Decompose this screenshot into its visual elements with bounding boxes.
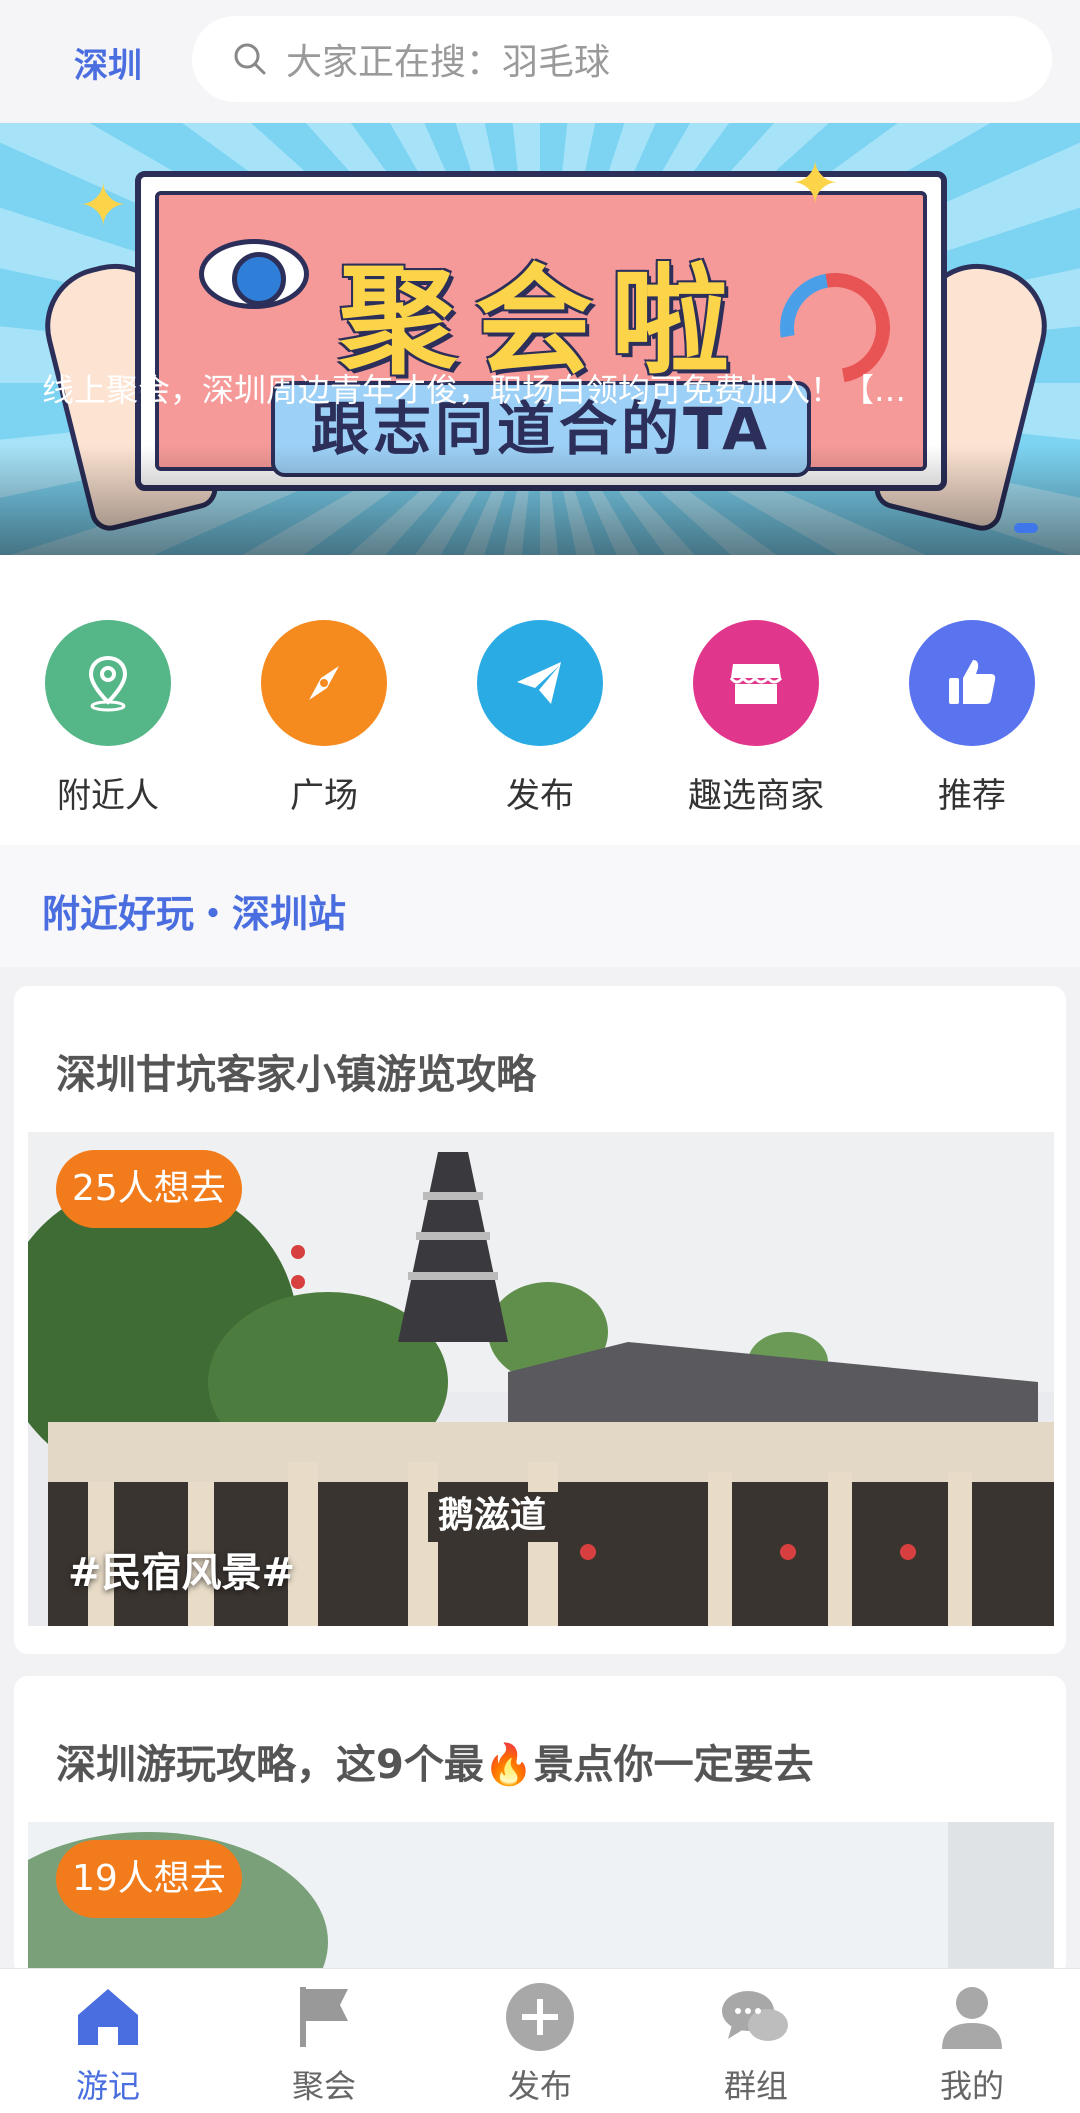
search-bar[interactable]: 大家正在搜：羽毛球 (192, 16, 1052, 102)
guide-card[interactable]: 深圳甘坑客家小镇游览攻略 鹅滋道 25人想去 #民宿风景# (14, 986, 1066, 1654)
quicknav-label: 发布 (506, 776, 574, 816)
thumbs-up-icon (949, 660, 996, 704)
compass-icon (309, 666, 339, 700)
quicknav-plaza[interactable]: 广场 (224, 620, 424, 817)
guide-card[interactable]: 深圳游玩攻略，这9个最🔥景点你一定要去 19人想去 (14, 1676, 1066, 1976)
quicknav-label: 附近人 (57, 776, 159, 816)
banner-caption: 线上聚会，深圳周边青年才俊，职场白领均可免费加入！【… (42, 371, 907, 409)
want-to-go-badge: 19人想去 (56, 1840, 242, 1918)
quicknav-publish[interactable]: 发布 (440, 620, 640, 817)
search-icon (234, 43, 266, 75)
flag-icon (300, 1987, 348, 2047)
card-title: 深圳游玩攻略，这9个最🔥景点你一定要去 (56, 1742, 814, 1788)
section-header: 附近好玩・深圳站 (0, 845, 1080, 967)
location-pin-icon (88, 655, 128, 712)
tab-profile[interactable]: 我的 (864, 1979, 1080, 2107)
tab-label: 游记 (75, 2067, 140, 2105)
top-header: 深圳 大家正在搜：羽毛球 (0, 0, 1080, 122)
sparkle-icon: ✦ (78, 171, 129, 241)
quicknav-label: 趣选商家 (688, 776, 824, 816)
bottom-tab-bar: 游记 聚会 发布 群组 我的 (0, 1968, 1080, 2113)
photo-tag: #民宿风景# (68, 1550, 296, 1596)
promo-banner[interactable]: 聚会啦 跟志同道合的TA ✦ ✦ (0, 123, 1080, 555)
quicknav-label: 推荐 (938, 776, 1006, 816)
tab-label: 发布 (507, 2067, 572, 2105)
tab-publish[interactable]: 发布 (432, 1979, 648, 2107)
tab-gathering[interactable]: 聚会 (216, 1979, 432, 2107)
quick-nav: 附近人 广场 发布 趣选商家 推荐 (0, 555, 1080, 845)
chat-bubbles-icon (722, 1991, 788, 2041)
tab-travelogue[interactable]: 游记 (0, 1979, 216, 2107)
user-icon (942, 1987, 1002, 2049)
eye-illustration (199, 239, 309, 309)
card-photo: 鹅滋道 25人想去 #民宿风景# (28, 1132, 1054, 1626)
svg-text:鹅滋道: 鹅滋道 (438, 1495, 546, 1536)
home-icon (78, 1989, 138, 2045)
tab-label: 我的 (939, 2067, 1004, 2105)
shop-icon (729, 664, 783, 704)
tab-label: 聚会 (291, 2067, 356, 2105)
quicknav-nearby[interactable]: 附近人 (8, 620, 208, 817)
tab-label: 群组 (723, 2067, 788, 2105)
quicknav-label: 广场 (290, 776, 358, 816)
card-title: 深圳甘坑客家小镇游览攻略 (56, 1052, 536, 1098)
tab-groups[interactable]: 群组 (648, 1979, 864, 2107)
search-placeholder: 大家正在搜：羽毛球 (286, 42, 611, 83)
quicknav-merchants[interactable]: 趣选商家 (656, 620, 856, 817)
city-selector[interactable]: 深圳 (74, 38, 142, 87)
carousel-indicator (1014, 523, 1038, 533)
want-to-go-badge: 25人想去 (56, 1150, 242, 1228)
paper-plane-icon (517, 662, 561, 704)
sparkle-icon: ✦ (790, 149, 841, 219)
card-photo: 19人想去 (28, 1822, 1054, 1976)
plus-circle-icon (506, 1983, 574, 2051)
quicknav-recommend[interactable]: 推荐 (872, 620, 1072, 817)
section-title: 附近好玩・深圳站 (42, 892, 347, 936)
